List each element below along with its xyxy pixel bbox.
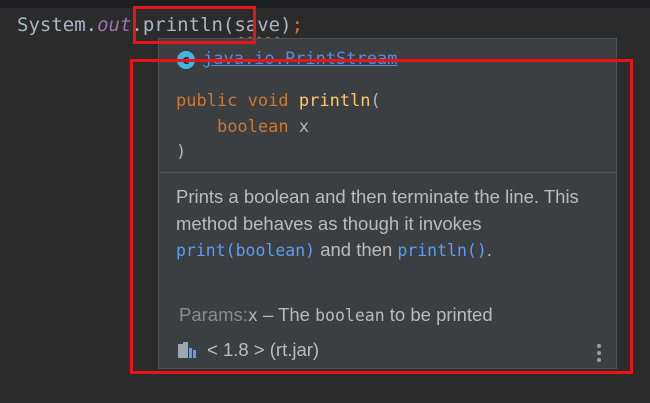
description-text-2: and then	[315, 239, 398, 260]
sig-param-name: x	[298, 116, 310, 137]
param-name: x	[247, 306, 258, 325]
library-version: < 1.8 > (rt.jar)	[207, 339, 320, 360]
class-icon: c	[177, 51, 195, 69]
description-period: .	[486, 239, 492, 260]
param-dash: – The	[257, 304, 316, 325]
more-vertical-icon[interactable]	[596, 344, 602, 362]
sig-open-paren: (	[370, 91, 381, 111]
code-out-field: out	[97, 14, 132, 36]
code-system: System.	[17, 14, 98, 36]
sig-void-keyword: void	[247, 91, 289, 111]
editor-top-bar	[0, 0, 650, 8]
print-boolean-link[interactable]: print(boolean)	[176, 241, 315, 260]
sig-close-paren: )	[176, 142, 187, 162]
code-line[interactable]: System.out.println(save);	[17, 12, 303, 38]
params-section: Params: x – The boolean to be printed	[179, 304, 493, 326]
code-save-argument[interactable]: save	[234, 14, 280, 36]
code-println-call[interactable]: .println(	[131, 14, 234, 36]
params-label: Params:	[179, 304, 248, 325]
param-desc: to be printed	[384, 304, 493, 325]
method-signature: public void println( boolean x )	[176, 89, 381, 166]
param-type: boolean	[315, 306, 385, 325]
library-info: < 1.8 > (rt.jar)	[177, 339, 319, 361]
sig-method-name: println	[298, 91, 371, 111]
class-name-link[interactable]: java.io.PrintStream	[203, 49, 397, 69]
sig-public-keyword: public	[176, 91, 238, 111]
code-close-paren: )	[280, 14, 292, 36]
code-semicolon: ;	[291, 14, 304, 36]
documentation-popup: c java.io.PrintStream public void printl…	[158, 38, 617, 369]
popup-header: c java.io.PrintStream	[177, 48, 397, 72]
popup-divider	[159, 172, 616, 173]
library-jar-icon	[178, 342, 196, 358]
sig-param-type: boolean	[216, 116, 289, 137]
method-description: Prints a boolean and then terminate the …	[176, 184, 596, 265]
println-link[interactable]: println()	[397, 241, 486, 260]
description-text: Prints a boolean and then terminate the …	[176, 186, 579, 234]
